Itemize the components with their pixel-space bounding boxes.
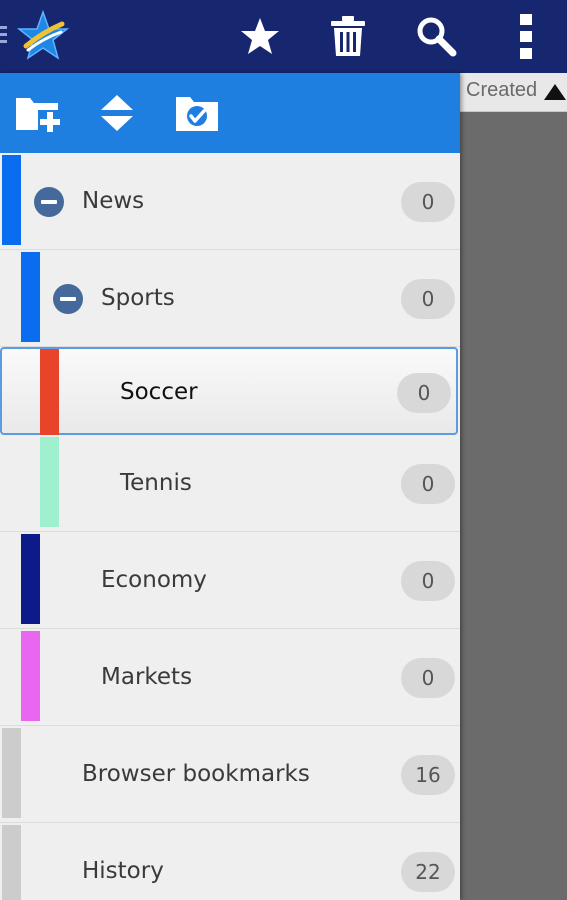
folder-color-bar bbox=[21, 534, 40, 624]
folder-list: News 0 Sports 0 Soccer 0 Tennis 0 Econom… bbox=[0, 153, 460, 900]
folder-row-browser-bookmarks[interactable]: Browser bookmarks 16 bbox=[0, 726, 460, 823]
folder-label: Browser bookmarks bbox=[82, 761, 310, 787]
folder-count-badge: 16 bbox=[401, 755, 455, 795]
sort-ascending-icon bbox=[543, 83, 567, 105]
folder-row-soccer[interactable]: Soccer 0 bbox=[0, 347, 458, 435]
folder-count-badge: 0 bbox=[397, 373, 451, 413]
drawer-handle-icon[interactable] bbox=[0, 26, 7, 46]
folder-row-tennis[interactable]: Tennis 0 bbox=[0, 435, 460, 532]
folder-label: News bbox=[82, 188, 145, 214]
folder-row-economy[interactable]: Economy 0 bbox=[0, 532, 460, 629]
sort-label: Created bbox=[466, 79, 538, 101]
drawer-toolbar bbox=[0, 73, 460, 153]
collapse-icon[interactable] bbox=[34, 187, 64, 217]
star-icon[interactable] bbox=[236, 12, 284, 60]
folder-color-bar bbox=[21, 252, 40, 342]
collapse-icon[interactable] bbox=[53, 284, 83, 314]
folder-count-badge: 0 bbox=[401, 464, 455, 504]
folder-label: Soccer bbox=[120, 379, 198, 405]
folder-color-bar bbox=[40, 437, 59, 527]
folder-color-bar bbox=[2, 825, 21, 900]
folder-count-badge: 0 bbox=[401, 658, 455, 698]
screen: Created News 0 Sports 0 Soccer 0 Tennis … bbox=[0, 0, 567, 900]
folder-row-sports[interactable]: Sports 0 bbox=[0, 250, 460, 347]
app-star-logo-icon[interactable] bbox=[16, 9, 70, 62]
action-bar bbox=[0, 0, 567, 73]
folder-label: Tennis bbox=[120, 470, 192, 496]
expand-collapse-icon[interactable] bbox=[92, 89, 142, 137]
list-sort-header[interactable]: Created bbox=[460, 73, 567, 112]
folder-label: History bbox=[82, 858, 164, 884]
folder-color-bar bbox=[2, 155, 21, 245]
folder-label: Markets bbox=[101, 664, 193, 690]
folder-count-badge: 22 bbox=[401, 852, 455, 892]
folder-check-icon[interactable] bbox=[172, 89, 222, 137]
search-icon[interactable] bbox=[412, 12, 460, 60]
folder-label: Sports bbox=[101, 285, 175, 311]
folder-count-badge: 0 bbox=[401, 182, 455, 222]
folder-count-badge: 0 bbox=[401, 279, 455, 319]
folder-count-badge: 0 bbox=[401, 561, 455, 601]
folder-color-bar bbox=[21, 631, 40, 721]
folder-color-bar bbox=[40, 349, 59, 435]
folder-row-history[interactable]: History 22 bbox=[0, 823, 460, 900]
add-folder-icon[interactable] bbox=[14, 89, 64, 137]
folder-drawer: News 0 Sports 0 Soccer 0 Tennis 0 Econom… bbox=[0, 73, 460, 900]
overflow-menu-icon[interactable] bbox=[502, 12, 550, 60]
folder-row-markets[interactable]: Markets 0 bbox=[0, 629, 460, 726]
trash-icon[interactable] bbox=[324, 12, 372, 60]
folder-row-news[interactable]: News 0 bbox=[0, 153, 460, 250]
folder-label: Economy bbox=[101, 567, 207, 593]
folder-color-bar bbox=[2, 728, 21, 818]
